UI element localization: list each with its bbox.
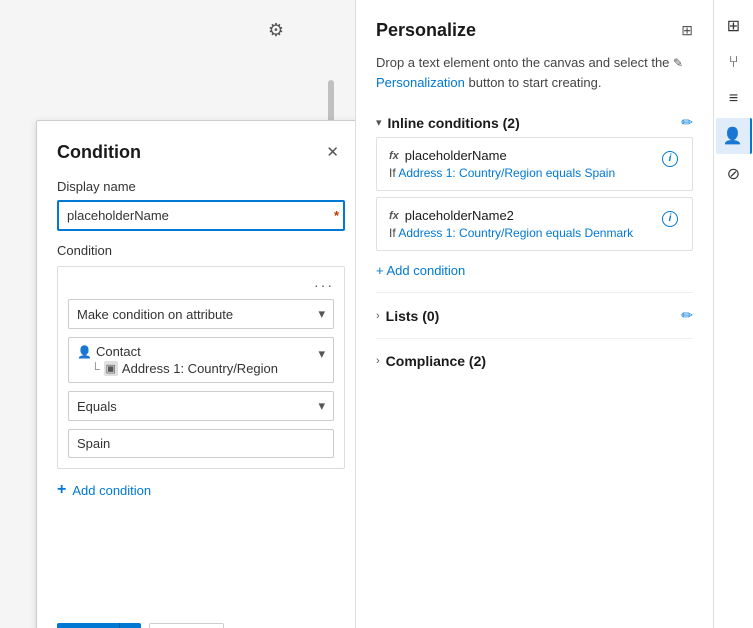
add-square-icon: ⊞: [727, 16, 740, 36]
icon-bar: ⊞ ⑂ ≡ 👤 ⊘: [713, 0, 753, 628]
description-suffix: button to start creating.: [469, 75, 602, 90]
personalize-header-icon: ⊞: [681, 22, 693, 38]
compliance-label: Compliance (2): [386, 353, 486, 369]
personalize-description: Drop a text element onto the canvas and …: [376, 53, 693, 92]
contact-label: Contact: [96, 344, 141, 359]
inline-conditions-section: ▾ Inline conditions (2) ✏ fx placeholder…: [376, 108, 693, 293]
equals-chevron: ▾: [318, 398, 325, 414]
cancel-button[interactable]: Cancel: [149, 623, 223, 628]
attribute-dropdown[interactable]: Make condition on attribute ▾: [68, 299, 334, 329]
icon-bar-eraser-btn[interactable]: ⊘: [716, 156, 752, 192]
contact-tree: 👤 Contact └ ▣ Address 1: Country/Region: [77, 344, 278, 376]
list-icon: ≡: [729, 90, 738, 108]
close-icon: ✕: [326, 144, 339, 161]
save-button[interactable]: Save: [57, 623, 119, 628]
eraser-icon: ⊘: [727, 164, 740, 184]
equals-label: Equals: [77, 399, 117, 414]
personalize-header: Personalize ⊞: [376, 20, 693, 41]
condition-item-2: fx placeholderName2 If Address 1: Countr…: [376, 197, 693, 251]
save-button-group: Save ▾: [57, 623, 141, 628]
condition-item-2-content: fx placeholderName2 If Address 1: Countr…: [389, 208, 660, 240]
personalization-icon-inline: ✎: [673, 56, 683, 70]
close-button[interactable]: ✕: [320, 141, 345, 163]
personalize-panel: Personalize ⊞ Drop a text element onto t…: [355, 0, 713, 628]
inline-conditions-toggle-row[interactable]: ▾ Inline conditions (2) ✏: [376, 108, 693, 137]
compliance-section: › Compliance (2): [376, 347, 693, 383]
branch-icon: └: [91, 362, 100, 376]
description-text: Drop a text element onto the canvas and …: [376, 55, 683, 90]
icon-bar-list-btn[interactable]: ≡: [716, 82, 752, 116]
gear-icon: ⚙: [268, 20, 284, 40]
personalize-header-icon-btn[interactable]: ⊞: [681, 22, 693, 39]
address-label: Address 1: Country/Region: [122, 361, 278, 376]
condition-2-info-btn[interactable]: i: [660, 208, 680, 227]
compliance-toggle-row[interactable]: › Compliance (2): [376, 347, 693, 375]
condition-dots-menu[interactable]: ···: [314, 277, 334, 293]
condition-dialog-header: Condition ✕: [57, 141, 345, 163]
condition-1-fx-badge: fx: [389, 150, 399, 162]
add-condition-plus-icon: +: [57, 481, 66, 499]
add-condition-label: Add condition: [72, 483, 151, 498]
condition-dialog-title: Condition: [57, 142, 141, 163]
condition-dialog: Condition ✕ Display name * Condition ···…: [36, 120, 366, 628]
condition-1-title: placeholderName: [405, 148, 507, 163]
condition-section-label: Condition: [57, 243, 112, 258]
condition-2-desc: If Address 1: Country/Region equals Denm…: [389, 226, 660, 240]
icon-bar-branches-btn[interactable]: ⑂: [716, 46, 752, 80]
contact-address-selector[interactable]: 👤 Contact └ ▣ Address 1: Country/Region …: [68, 337, 334, 383]
condition-1-info-icon: i: [662, 151, 678, 167]
attribute-dropdown-chevron: ▾: [318, 306, 325, 322]
condition-2-fx-badge: fx: [389, 210, 399, 222]
contact-selector-chevron: ▾: [318, 346, 325, 362]
personalization-link: Personalization: [376, 75, 465, 90]
inline-conditions-edit-btn[interactable]: ✏: [681, 114, 693, 131]
condition-2-info-icon: i: [662, 211, 678, 227]
inline-conditions-chevron: ▾: [376, 116, 382, 129]
icon-bar-add-btn[interactable]: ⊞: [716, 8, 752, 44]
condition-item-1-content: fx placeholderName If Address 1: Country…: [389, 148, 660, 180]
lists-chevron: ›: [376, 310, 380, 322]
condition-2-link[interactable]: Address 1: Country/Region equals Denmark: [398, 226, 633, 240]
icon-bar-person-btn[interactable]: 👤: [716, 118, 752, 154]
person-plus-icon: 👤: [723, 126, 743, 146]
condition-1-info-btn[interactable]: i: [660, 148, 680, 167]
inline-conditions-label: Inline conditions (2): [388, 115, 520, 131]
person-icon: 👤: [77, 345, 92, 359]
lists-section: › Lists (0) ✏: [376, 301, 693, 339]
add-condition-row[interactable]: + Add condition: [57, 481, 345, 499]
equals-dropdown[interactable]: Equals ▾: [68, 391, 334, 421]
lists-toggle-row[interactable]: › Lists (0) ✏: [376, 301, 693, 330]
compliance-chevron: ›: [376, 355, 380, 367]
attribute-dropdown-label: Make condition on attribute: [77, 307, 233, 322]
display-name-input[interactable]: [57, 200, 345, 231]
save-dropdown-button[interactable]: ▾: [119, 623, 142, 628]
field-icon: ▣: [104, 361, 118, 376]
add-condition-link[interactable]: + Add condition: [376, 257, 693, 284]
branches-icon: ⑂: [729, 54, 739, 72]
personalize-title: Personalize: [376, 20, 476, 41]
required-asterisk: *: [334, 208, 339, 223]
condition-item-1: fx placeholderName If Address 1: Country…: [376, 137, 693, 191]
add-condition-link-text: + Add condition: [376, 263, 465, 278]
condition-1-link[interactable]: Address 1: Country/Region equals Spain: [398, 166, 615, 180]
display-name-label: Display name: [57, 179, 345, 194]
condition-2-title: placeholderName2: [405, 208, 514, 223]
condition-1-desc: If Address 1: Country/Region equals Spai…: [389, 166, 660, 180]
lists-label: Lists (0): [386, 308, 440, 324]
gear-button[interactable]: ⚙: [268, 20, 284, 41]
lists-edit-btn[interactable]: ✏: [681, 307, 693, 324]
condition-box: ··· Make condition on attribute ▾ 👤 Cont…: [57, 266, 345, 469]
value-input[interactable]: [68, 429, 334, 458]
